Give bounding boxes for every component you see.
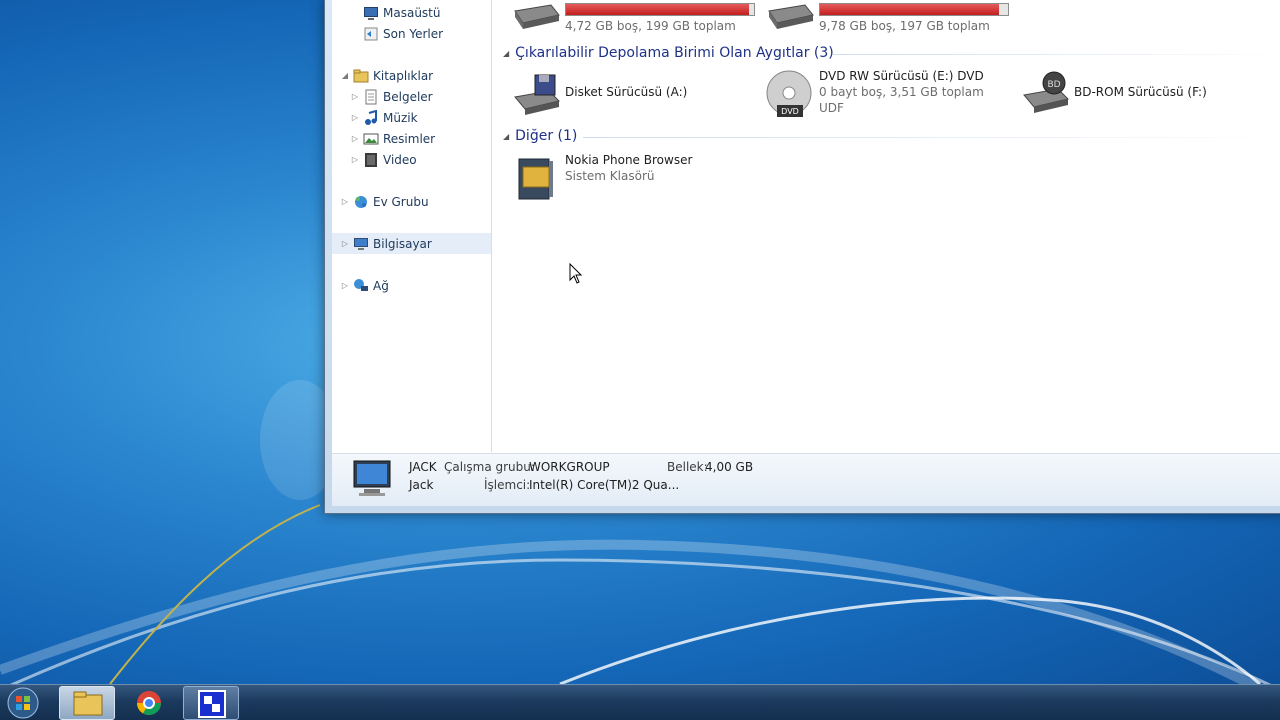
nav-item-pictures[interactable]: ▷ Resimler xyxy=(332,128,491,149)
homegroup-icon xyxy=(355,195,367,208)
drive-usage-fill xyxy=(820,4,999,15)
dvd-drive-name: DVD RW Sürücüsü (E:) DVD xyxy=(819,69,984,83)
dvd-drive-filesystem: UDF xyxy=(819,101,844,115)
nav-item-video[interactable]: ▷ Video xyxy=(332,149,491,170)
collapsed-arrow-icon[interactable]: ▷ xyxy=(350,113,360,122)
nav-item-computer[interactable]: ▷ Bilgisayar xyxy=(332,233,491,254)
group-divider xyxy=(833,54,1280,55)
windows-orb-icon xyxy=(7,687,39,719)
nav-label-video: Video xyxy=(383,152,417,167)
collapsed-arrow-icon[interactable]: ▷ xyxy=(340,197,350,206)
nav-item-desktop[interactable]: Masaüstü xyxy=(332,2,491,23)
group-title-other: Diğer (1) xyxy=(515,128,578,144)
cpu-value: Intel(R) Core(TM)2 Qua... xyxy=(529,478,680,492)
pictures-icon xyxy=(363,133,379,144)
dvd-badge-text: DVD xyxy=(781,107,799,116)
bd-drive-name: BD-ROM Sürücüsü (F:) xyxy=(1074,85,1207,99)
workgroup-label: Çalışma grubu: xyxy=(444,460,535,474)
nav-label-homegroup: Ev Grubu xyxy=(373,194,429,209)
explorer-window: Masaüstü Son Yerler ◢ Kitaplıklar ▷ Belg… xyxy=(324,0,1280,514)
taskbar xyxy=(0,684,1280,720)
group-collapse-icon[interactable]: ◢ xyxy=(503,132,509,141)
drive-tile-c[interactable]: 4,72 GB boş, 199 GB toplam xyxy=(511,1,755,33)
dvd-drive-space: 0 bayt boş, 3,51 GB toplam xyxy=(819,85,984,99)
drive-usage-bar xyxy=(819,3,1009,16)
drive-usage-bar xyxy=(565,3,755,16)
bd-drive-tile[interactable]: BD BD-ROM Sürücüsü (F:) xyxy=(1020,69,1207,119)
floppy-drive-tile[interactable]: Disket Sürücüsü (A:) xyxy=(511,71,687,121)
window-client: Masaüstü Son Yerler ◢ Kitaplıklar ▷ Belg… xyxy=(332,0,1280,506)
computer-icon xyxy=(354,237,368,250)
nokia-phone-browser-name: Nokia Phone Browser xyxy=(565,153,693,167)
details-pane: JACK Jack Çalışma grubu: WORKGROUP İşlem… xyxy=(332,453,1280,506)
hard-drive-icon xyxy=(768,4,814,29)
nav-item-homegroup[interactable]: ▷ Ev Grubu xyxy=(332,191,491,212)
collapsed-arrow-icon[interactable]: ▷ xyxy=(350,155,360,164)
floppy-drive-icon xyxy=(514,74,560,115)
bd-badge-text: BD xyxy=(1047,80,1060,90)
folder-icon xyxy=(73,691,103,716)
group-header-other[interactable]: ◢ Diğer (1) xyxy=(503,128,577,144)
nav-item-libraries[interactable]: ◢ Kitaplıklar xyxy=(332,65,491,86)
nav-label-network: Ağ xyxy=(373,278,389,293)
workgroup-value: WORKGROUP xyxy=(529,460,610,474)
drive-usage-fill xyxy=(566,4,750,15)
collapsed-arrow-icon[interactable]: ▷ xyxy=(340,281,350,290)
group-header-removable[interactable]: ◢ Çıkarılabilir Depolama Birimi Olan Ayg… xyxy=(503,45,834,61)
taskbar-explorer-button[interactable] xyxy=(59,686,115,720)
nav-label-libraries: Kitaplıklar xyxy=(373,68,434,83)
expanded-arrow-icon[interactable]: ◢ xyxy=(340,71,350,80)
group-title-removable: Çıkarılabilir Depolama Birimi Olan Aygıt… xyxy=(515,45,834,61)
collapsed-arrow-icon[interactable]: ▷ xyxy=(340,239,350,248)
floppy-drive-name: Disket Sürücüsü (A:) xyxy=(565,85,688,99)
computer-name: JACK xyxy=(409,460,437,474)
start-button[interactable] xyxy=(5,685,47,720)
nav-label-music: Müzik xyxy=(383,110,418,125)
group-divider xyxy=(583,137,1280,138)
nav-label-desktop: Masaüstü xyxy=(383,5,441,20)
group-collapse-icon[interactable]: ◢ xyxy=(503,49,509,58)
bd-rom-drive-icon: BD xyxy=(1023,71,1069,113)
music-icon xyxy=(365,109,377,125)
drive-space-text: 4,72 GB boş, 199 GB toplam xyxy=(565,19,736,33)
collapsed-arrow-icon[interactable]: ▷ xyxy=(350,92,360,101)
computer-icon xyxy=(353,460,391,496)
computer-user: Jack xyxy=(409,478,434,492)
drive-tile-d[interactable]: 9,78 GB boş, 197 GB toplam xyxy=(765,1,1009,33)
network-icon xyxy=(354,278,368,291)
nav-label-documents: Belgeler xyxy=(383,89,433,104)
desktop-icon xyxy=(364,6,378,20)
video-icon xyxy=(365,152,377,167)
content-pane: 4,72 GB boş, 199 GB toplam 9,78 GB boş, … xyxy=(493,0,1280,452)
mouse-cursor-icon xyxy=(569,263,583,284)
cpu-label: İşlemci: xyxy=(484,478,531,492)
memory-value: 4,00 GB xyxy=(705,460,754,474)
nav-label-computer: Bilgisayar xyxy=(373,236,432,251)
recent-places-icon xyxy=(364,27,378,40)
chrome-icon xyxy=(137,691,161,716)
hard-drive-icon xyxy=(514,4,560,29)
nav-label-pictures: Resimler xyxy=(383,131,436,146)
drive-space-text: 9,78 GB boş, 197 GB toplam xyxy=(819,19,990,33)
system-folder-icon xyxy=(518,158,553,200)
libraries-icon xyxy=(353,69,369,82)
navigation-pane: Masaüstü Son Yerler ◢ Kitaplıklar ▷ Belg… xyxy=(332,0,492,452)
nav-item-documents[interactable]: ▷ Belgeler xyxy=(332,86,491,107)
nav-item-network[interactable]: ▷ Ağ xyxy=(332,275,491,296)
memory-label: Bellek: xyxy=(667,460,708,474)
app-window-icon xyxy=(198,690,226,718)
dvd-drive-tile[interactable]: DVD DVD RW Sürücüsü (E:) DVD 0 bayt boş,… xyxy=(765,69,984,119)
nav-item-recent[interactable]: Son Yerler xyxy=(332,23,491,44)
taskbar-chrome-button[interactable] xyxy=(121,686,177,720)
nokia-phone-browser-type: Sistem Klasörü xyxy=(565,169,655,183)
nokia-phone-browser-tile[interactable]: Nokia Phone Browser Sistem Klasörü xyxy=(511,153,692,203)
dvd-drive-icon: DVD xyxy=(766,70,812,117)
documents-icon xyxy=(365,89,377,104)
taskbar-app-button[interactable] xyxy=(183,686,239,720)
nav-item-music[interactable]: ▷ Müzik xyxy=(332,107,491,128)
collapsed-arrow-icon[interactable]: ▷ xyxy=(350,134,360,143)
nav-label-recent: Son Yerler xyxy=(383,26,444,41)
